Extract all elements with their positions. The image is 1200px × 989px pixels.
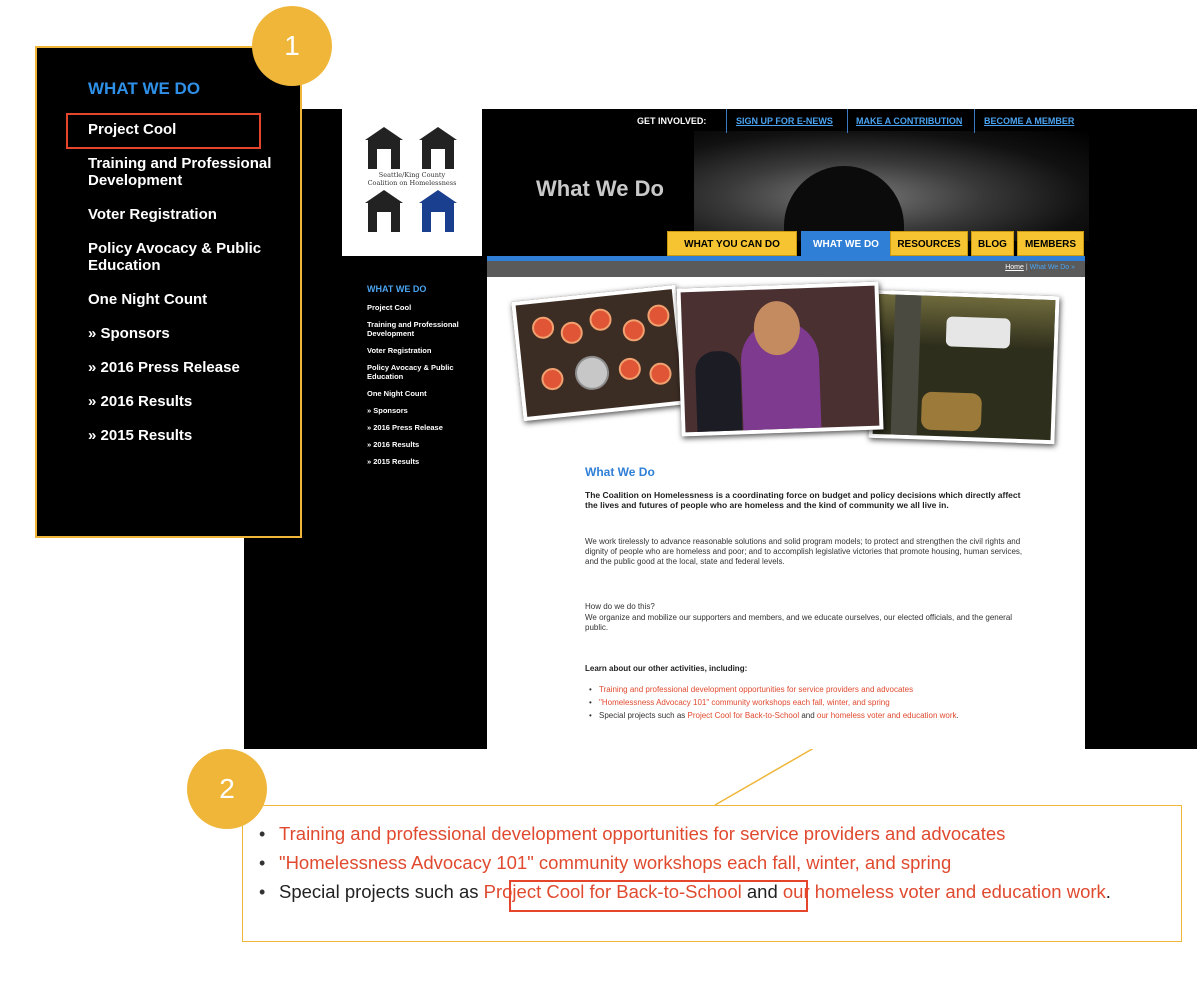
list-item: Special projects such as Project Cool fo… xyxy=(587,711,1032,721)
badge-button-graphic xyxy=(540,366,565,392)
list-item: "Homelessness Advocacy 101" community wo… xyxy=(587,698,1032,708)
callout1-list: Project Cool Training and Professional D… xyxy=(88,121,298,461)
content-title: What We Do xyxy=(585,465,655,479)
sidebar-item-sponsors[interactable]: » Sponsors xyxy=(367,406,479,415)
breadcrumb-home-link[interactable]: Home xyxy=(1005,264,1024,271)
page-title: What We Do xyxy=(536,176,664,201)
advocacy-101-link[interactable]: "Homelessness Advocacy 101" community wo… xyxy=(599,698,890,707)
breadcrumb-current: What We Do » xyxy=(1029,264,1075,271)
training-link[interactable]: Training and professional development op… xyxy=(599,685,913,694)
list-item: "Homelessness Advocacy 101" community wo… xyxy=(257,851,1157,875)
badge-button-graphic xyxy=(617,356,642,382)
sidebar-item-policy-advocacy[interactable]: Policy Avocacy & Public Education xyxy=(367,363,479,381)
photo-speaker xyxy=(676,281,884,437)
logo-text-line: Seattle/King County xyxy=(378,171,446,179)
callout-activities-zoom: Training and professional development op… xyxy=(242,805,1182,942)
become-member-link[interactable]: BECOME A MEMBER xyxy=(984,116,1074,126)
sidebar-item-2016-results[interactable]: » 2016 Results xyxy=(367,440,479,449)
sidebar-item-2015-results[interactable]: » 2015 Results xyxy=(367,457,479,466)
intro-paragraph: The Coalition on Homelessness is a coord… xyxy=(585,490,1021,510)
how-paragraph: We organize and mobilize our supporters … xyxy=(585,613,1013,632)
breadcrumb-separator: | xyxy=(1025,264,1028,271)
logo-text: Seattle/King County Coalition on Homeles… xyxy=(362,171,462,187)
callout1-item-2016-press-release[interactable]: » 2016 Press Release xyxy=(88,359,298,376)
sidebar-item-voter-registration[interactable]: Voter Registration xyxy=(367,346,479,355)
logo-house-icon xyxy=(419,190,457,232)
website-screenshot: Seattle/King County Coalition on Homeles… xyxy=(244,109,1197,749)
training-link[interactable]: Training and professional development op… xyxy=(279,823,1005,844)
callout1-item-policy-advocacy[interactable]: Policy Avocacy & Public Education xyxy=(88,240,298,274)
how-question: How do we do this? xyxy=(585,602,655,611)
site-logo[interactable]: Seattle/King County Coalition on Homeles… xyxy=(342,109,482,256)
list-text: Special projects such as xyxy=(279,881,484,902)
photo-van xyxy=(945,316,1011,349)
list-item: Training and professional development op… xyxy=(257,822,1157,846)
badge-button-graphic xyxy=(573,354,611,392)
callout-sidebar-zoom: WHAT WE DO Project Cool Training and Pro… xyxy=(35,46,302,538)
sidebar-item-one-night-count[interactable]: One Night Count xyxy=(367,389,479,398)
badge-button-graphic xyxy=(646,303,671,328)
photo-street xyxy=(868,289,1060,445)
list-text: and xyxy=(799,711,817,720)
callout2-connector-line xyxy=(714,740,827,806)
nav-divider xyxy=(974,109,975,133)
list-item: Training and professional development op… xyxy=(587,685,1032,695)
badge-button-graphic xyxy=(588,307,613,332)
main-content: What We Do The Coalition on Homelessness… xyxy=(487,277,1085,749)
logo-house-icon xyxy=(365,127,403,169)
photo-pillar xyxy=(890,294,922,444)
tab-resources[interactable]: RESOURCES xyxy=(890,231,968,256)
voter-education-link[interactable]: our homeless voter and education work xyxy=(817,711,957,720)
callout1-item-project-cool[interactable]: Project Cool xyxy=(88,121,298,138)
callout1-title: WHAT WE DO xyxy=(88,79,201,98)
activities-list: Training and professional development op… xyxy=(587,685,1032,724)
badge-button-graphic xyxy=(530,315,556,340)
callout1-item-training[interactable]: Training and Professional Development xyxy=(88,155,298,189)
get-involved-label: GET INVOLVED: xyxy=(637,116,707,126)
photo-buttons xyxy=(511,284,688,422)
sidebar-title[interactable]: WHAT WE DO xyxy=(367,284,479,294)
tab-what-you-can-do[interactable]: WHAT YOU CAN DO xyxy=(667,231,797,256)
photo-bundle xyxy=(920,391,983,432)
header-photo xyxy=(694,131,1089,241)
voter-education-link[interactable]: our homeless voter and education work xyxy=(783,881,1106,902)
make-contribution-link[interactable]: MAKE A CONTRIBUTION xyxy=(856,116,962,126)
activities-heading: Learn about our other activities, includ… xyxy=(585,664,748,673)
callout1-item-one-night-count[interactable]: One Night Count xyxy=(88,291,298,308)
badge-button-graphic xyxy=(648,361,673,386)
callout1-item-2016-results[interactable]: » 2016 Results xyxy=(88,393,298,410)
list-text: . xyxy=(1105,881,1111,902)
breadcrumb: Home | What We Do » xyxy=(1005,264,1075,271)
sidebar-item-training[interactable]: Training and Professional Development xyxy=(367,320,479,338)
nav-divider xyxy=(726,109,727,133)
list-text: Special projects such as xyxy=(599,711,688,720)
tab-blog[interactable]: BLOG xyxy=(971,231,1014,256)
logo-text-line: Coalition on Homelessness xyxy=(367,179,457,187)
step-badge-1: 1 xyxy=(252,6,332,86)
badge-button-graphic xyxy=(559,320,584,345)
callout1-item-2015-results[interactable]: » 2015 Results xyxy=(88,427,298,444)
signup-enews-link[interactable]: SIGN UP FOR E-NEWS xyxy=(736,116,833,126)
project-cool-link[interactable]: Project Cool for Back-to-School xyxy=(688,711,800,720)
logo-house-icon xyxy=(365,190,403,232)
callout1-item-sponsors[interactable]: » Sponsors xyxy=(88,325,298,342)
photo-figure xyxy=(694,350,743,437)
breadcrumb-bar: Home | What We Do » xyxy=(487,261,1085,277)
sidebar-item-2016-press-release[interactable]: » 2016 Press Release xyxy=(367,423,479,432)
sidebar-nav: WHAT WE DO Project Cool Training and Pro… xyxy=(367,284,479,474)
mission-paragraph: We work tirelessly to advance reasonable… xyxy=(585,537,1023,566)
list-text: . xyxy=(956,711,959,720)
nav-divider xyxy=(847,109,848,133)
callout1-item-voter-registration[interactable]: Voter Registration xyxy=(88,206,298,223)
tab-members[interactable]: MEMBERS xyxy=(1017,231,1084,256)
badge-button-graphic xyxy=(621,318,646,343)
logo-house-icon xyxy=(419,127,457,169)
advocacy-101-link[interactable]: "Homelessness Advocacy 101" community wo… xyxy=(279,852,951,873)
sidebar-item-project-cool[interactable]: Project Cool xyxy=(367,303,479,312)
project-cool-link-highlight-box xyxy=(509,880,808,912)
tab-what-we-do[interactable]: WHAT WE DO xyxy=(801,231,891,258)
step-badge-2: 2 xyxy=(187,749,267,829)
